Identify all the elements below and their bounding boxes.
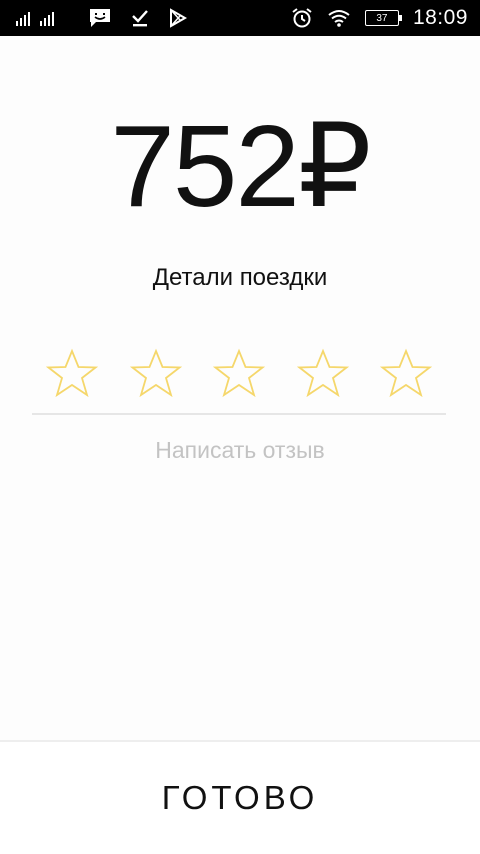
trip-price: 752₽ xyxy=(110,101,371,231)
status-time: 18:09 xyxy=(412,6,468,29)
wifi-icon xyxy=(327,8,351,28)
status-bar: 37 18:09 xyxy=(0,0,480,36)
rating-stars xyxy=(32,348,446,400)
rating-divider xyxy=(32,413,446,415)
trip-details-link[interactable]: Детали поездки xyxy=(0,264,480,292)
star-1-icon[interactable] xyxy=(46,348,98,400)
play-store-icon xyxy=(168,8,188,28)
battery-level: 37 xyxy=(376,12,388,24)
done-button[interactable]: ГОТОВО xyxy=(0,742,480,854)
review-input[interactable]: Написать отзыв xyxy=(0,437,480,464)
message-icon xyxy=(88,6,112,30)
star-3-icon[interactable] xyxy=(213,348,265,400)
star-4-icon[interactable] xyxy=(296,348,349,400)
signal-icon xyxy=(16,8,70,28)
download-done-icon xyxy=(130,8,150,28)
star-2-icon[interactable] xyxy=(129,348,182,400)
star-5-icon[interactable] xyxy=(380,348,432,400)
alarm-icon xyxy=(291,7,313,29)
battery-icon: 37 xyxy=(364,10,402,26)
